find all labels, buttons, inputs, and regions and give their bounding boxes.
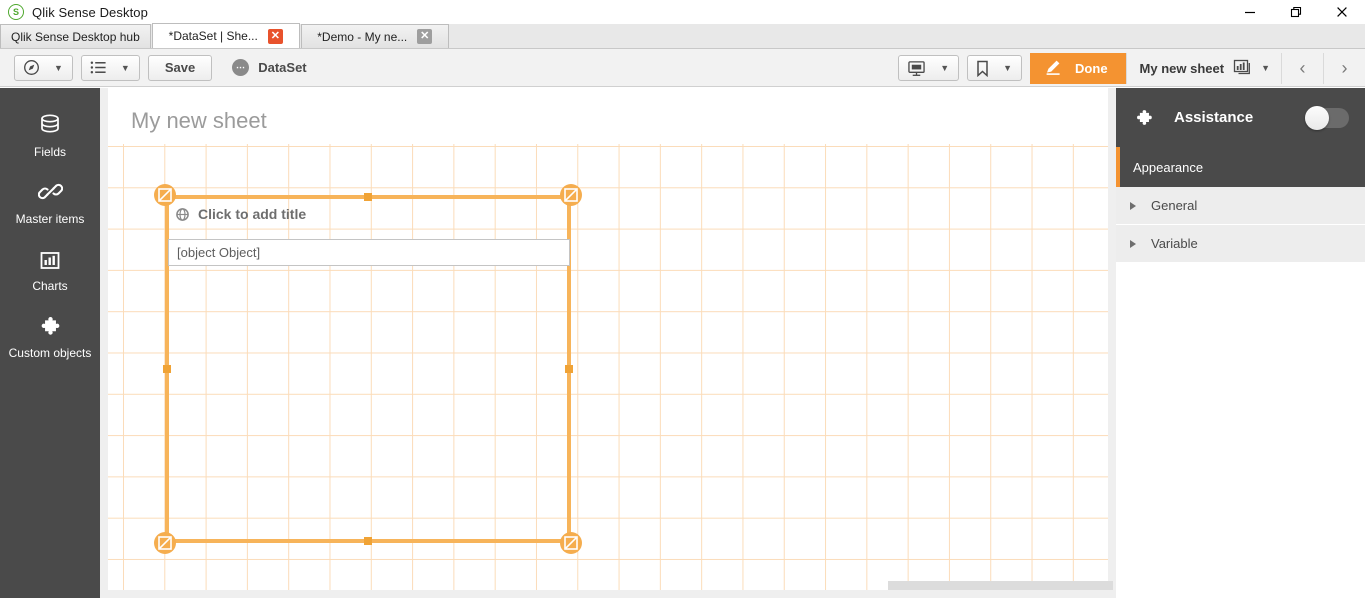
bookmark-caret-icon[interactable]: ▼ — [997, 56, 1021, 80]
sidebar-item-charts[interactable]: Charts — [0, 236, 100, 303]
sidebar-item-label: Charts — [32, 279, 68, 293]
dataset-label: DataSet — [258, 60, 307, 75]
assistance-header: Assistance — [1116, 88, 1365, 147]
resize-handle-bottom-left[interactable] — [154, 532, 176, 554]
chevron-right-icon — [1130, 201, 1136, 210]
resize-handle-top-right[interactable] — [560, 184, 582, 206]
properties-panel: Assistance Appearance General Variable — [1116, 88, 1365, 598]
tab-close-icon[interactable]: ✕ — [267, 28, 283, 44]
sheets-button-group[interactable]: ▼ — [80, 54, 140, 81]
horizontal-scrollbar[interactable] — [888, 581, 1113, 590]
tab-hub[interactable]: Qlik Sense Desktop hub — [0, 24, 151, 48]
main-toolbar: ▼ ▼ Save ⋯ DataSet ▼ ▼ Done My new sheet… — [0, 49, 1365, 87]
sheet-selector[interactable]: My new sheet ▼ — [1125, 52, 1281, 84]
bookmark-icon[interactable] — [968, 56, 997, 80]
resize-handle-right-middle[interactable] — [565, 365, 573, 373]
puzzle-piece-icon — [1134, 108, 1154, 128]
selected-object[interactable]: Click to add title [object Object] — [154, 184, 582, 554]
pencil-icon — [1044, 57, 1063, 79]
toolbar-left-group: ▼ ▼ Save ⋯ DataSet — [0, 54, 307, 81]
sidebar-item-label: Fields — [33, 145, 66, 159]
sidebar-item-custom-objects[interactable]: Custom objects — [0, 303, 100, 370]
database-icon — [38, 111, 62, 137]
sheets-caret-icon[interactable]: ▼ — [115, 56, 139, 80]
compass-icon[interactable] — [15, 56, 48, 80]
window-controls — [1227, 0, 1365, 24]
tab-demo-sheet[interactable]: *Demo - My ne... ✕ — [300, 24, 449, 48]
sheet-selector-label: My new sheet — [1139, 60, 1225, 76]
tab-dataset-sheet[interactable]: *DataSet | She... ✕ — [151, 23, 300, 48]
object-value-field[interactable]: [object Object] — [168, 239, 570, 266]
sheet-canvas-area: My new sheet Click to add title [object … — [100, 88, 1116, 598]
previous-sheet-button[interactable]: ‹ — [1281, 52, 1323, 84]
presentation-icon[interactable] — [899, 56, 934, 80]
tab-label: Qlik Sense Desktop hub — [11, 29, 140, 44]
properties-row-general[interactable]: General — [1116, 187, 1365, 225]
toolbar-right-group: ▼ ▼ Done My new sheet ▼ ‹ › — [898, 49, 1365, 87]
object-title-row[interactable]: Click to add title — [175, 206, 306, 222]
assistance-toggle-knob — [1305, 105, 1329, 130]
extension-object-icon — [175, 207, 190, 222]
page-title: My new sheet — [131, 108, 267, 133]
save-button[interactable]: Save — [147, 54, 213, 81]
resize-handle-top-left[interactable] — [154, 184, 176, 206]
appearance-section-header[interactable]: Appearance — [1116, 147, 1365, 187]
properties-row-label: Variable — [1151, 236, 1198, 251]
navigation-button-group[interactable]: ▼ — [14, 54, 73, 81]
navigation-caret-icon[interactable]: ▼ — [48, 56, 72, 80]
puzzle-piece-icon — [38, 312, 62, 338]
minimize-icon[interactable] — [1227, 0, 1273, 24]
assistance-title: Assistance — [1174, 109, 1254, 126]
tab-label: *Demo - My ne... — [317, 29, 408, 44]
maximize-icon[interactable] — [1273, 0, 1319, 24]
properties-row-label: General — [1151, 198, 1198, 213]
resize-handle-bottom-right[interactable] — [560, 532, 582, 554]
dataset-button[interactable]: ⋯ DataSet — [232, 59, 307, 76]
sidebar-item-master-items[interactable]: Master items — [0, 169, 100, 236]
storytelling-caret-icon[interactable]: ▼ — [934, 56, 958, 80]
done-button[interactable]: Done — [1030, 52, 1126, 84]
chevron-right-icon — [1130, 239, 1136, 248]
window-titlebar: S Qlik Sense Desktop — [0, 0, 1365, 24]
bookmark-button-group[interactable]: ▼ — [967, 55, 1023, 81]
tab-close-icon[interactable]: ✕ — [417, 29, 433, 44]
list-icon[interactable] — [82, 56, 115, 80]
sidebar-item-label: Custom objects — [8, 346, 92, 360]
assistance-toggle[interactable] — [1305, 105, 1349, 130]
data-bubble-icon: ⋯ — [232, 59, 250, 76]
sidebar-item-label: Master items — [15, 212, 85, 226]
sheet-canvas[interactable]: My new sheet Click to add title [object … — [108, 88, 1113, 590]
resize-handle-left-middle[interactable] — [163, 365, 171, 373]
tab-strip: Qlik Sense Desktop hub *DataSet | She...… — [0, 23, 1365, 49]
object-title-placeholder: Click to add title — [198, 206, 307, 222]
tab-label: *DataSet | She... — [168, 29, 258, 43]
done-label: Done — [1075, 60, 1108, 76]
window-title: Qlik Sense Desktop — [32, 4, 148, 20]
resize-handle-top-center[interactable] — [364, 193, 372, 201]
chart-bars-icon — [1233, 58, 1252, 78]
close-icon[interactable] — [1319, 0, 1365, 24]
qlik-s-logo-icon: S — [8, 4, 24, 20]
left-sidebar: Fields Master items Charts Custom object… — [0, 88, 100, 598]
bar-chart-icon — [38, 245, 62, 271]
link-chain-icon — [37, 178, 63, 204]
properties-row-variable[interactable]: Variable — [1116, 225, 1365, 263]
sidebar-item-fields[interactable]: Fields — [0, 102, 100, 169]
storytelling-button-group[interactable]: ▼ — [898, 55, 960, 81]
next-sheet-button[interactable]: › — [1323, 52, 1365, 84]
resize-handle-bottom-center[interactable] — [364, 537, 372, 545]
sheet-selector-caret-icon[interactable]: ▼ — [1261, 63, 1270, 73]
